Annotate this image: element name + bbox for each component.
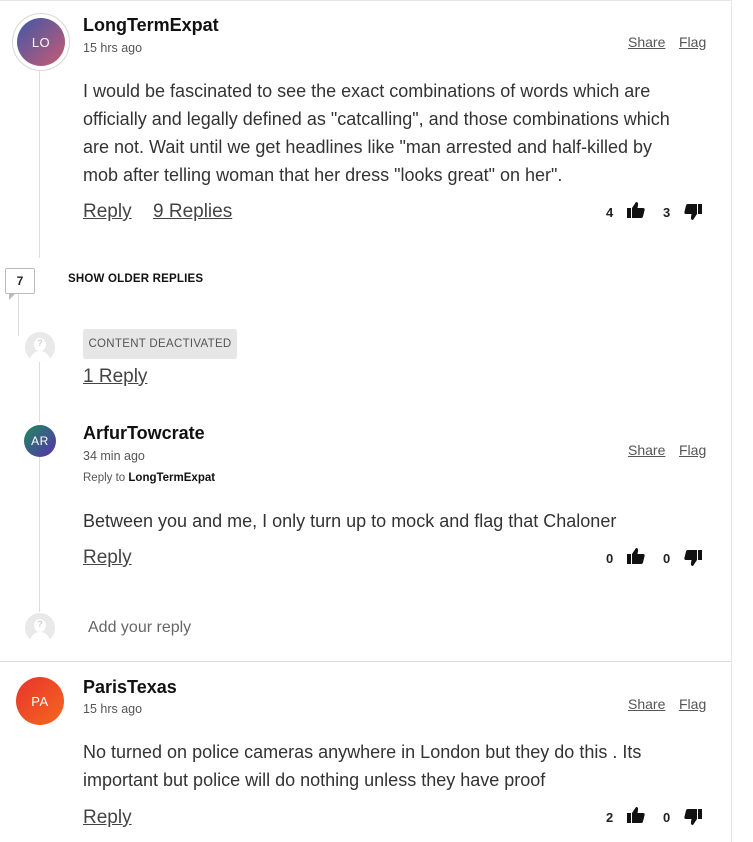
flag-link[interactable]: Flag	[679, 696, 706, 712]
frame-right-border	[731, 0, 732, 842]
comment-username[interactable]: LongTermExpat	[83, 15, 219, 36]
content-deactivated-label: CONTENT DEACTIVATED	[83, 329, 237, 359]
comment-username[interactable]: ParisTexas	[83, 677, 177, 698]
comment-username[interactable]: ArfurTowcrate	[83, 423, 205, 444]
comment-body: Between you and me, I only turn up to mo…	[83, 507, 723, 535]
thread-line	[39, 360, 40, 422]
avatar[interactable]: AR	[24, 425, 56, 457]
comment-timestamp: 15 hrs ago	[83, 41, 143, 55]
upvote-count: 0	[606, 551, 614, 566]
comments-page: LO LongTermExpat 15 hrs ago Share Flag I…	[0, 0, 753, 842]
avatar-initials: PA	[31, 693, 49, 709]
upvote-count: 4	[606, 205, 614, 220]
comment-line: officially and legally defined as "catca…	[83, 109, 670, 129]
comment-line: important but police will do nothing unl…	[83, 770, 546, 790]
comment-line: mob after telling woman that her dress "…	[83, 165, 563, 185]
reply-link[interactable]: Reply	[83, 807, 132, 829]
avatar[interactable]: LO	[17, 18, 65, 66]
avatar-initials: AR	[31, 434, 49, 448]
show-older-replies-button[interactable]: SHOW OLDER REPLIES	[68, 273, 203, 285]
comment-timestamp: 15 hrs ago	[83, 702, 143, 716]
thread-line	[18, 294, 19, 336]
reply-to-username[interactable]: LongTermExpat	[128, 472, 215, 484]
share-link[interactable]: Share	[628, 34, 665, 50]
thumbs-down-icon[interactable]	[684, 809, 702, 825]
share-link[interactable]: Share	[628, 442, 665, 458]
thumbs-up-icon[interactable]	[627, 807, 645, 823]
downvote-count: 0	[663, 551, 671, 566]
avatar-initials: LO	[31, 34, 51, 50]
share-link[interactable]: Share	[628, 696, 665, 712]
flag-link[interactable]: Flag	[679, 442, 706, 458]
reply-link[interactable]: Reply	[83, 547, 132, 569]
reply-link[interactable]: Reply	[83, 201, 132, 223]
default-avatar-icon: ?	[25, 332, 55, 362]
comment-divider	[0, 661, 731, 662]
comment-line: I would be fascinated to see the exact c…	[83, 81, 651, 101]
comment-line: are not. Wait until we get headlines lik…	[83, 137, 653, 157]
replies-count-link[interactable]: 1 Reply	[83, 366, 147, 388]
thumbs-up-icon[interactable]	[627, 548, 645, 564]
reply-to-label: Reply to LongTermExpat	[83, 472, 215, 484]
add-reply-input[interactable]: Add your reply	[88, 619, 191, 637]
thumbs-down-icon[interactable]	[684, 204, 702, 220]
thumbs-up-icon[interactable]	[627, 202, 645, 218]
flag-link[interactable]: Flag	[679, 34, 706, 50]
reply-to-prefix: Reply to	[83, 472, 126, 484]
comment-body: I would be fascinated to see the exact c…	[83, 77, 723, 189]
thumbs-down-icon[interactable]	[684, 550, 702, 566]
frame-top-border	[0, 0, 731, 1]
upvote-count: 2	[606, 810, 614, 825]
replies-count-link[interactable]: 9 Replies	[153, 201, 232, 223]
older-replies-count-badge[interactable]: 7	[5, 268, 35, 300]
comment-timestamp: 34 min ago	[83, 449, 145, 463]
avatar[interactable]: PA	[16, 677, 64, 725]
comment-line: No turned on police cameras anywhere in …	[83, 742, 642, 762]
comment-line: Between you and me, I only turn up to mo…	[83, 511, 617, 531]
downvote-count: 0	[663, 810, 671, 825]
default-avatar-icon: ?	[25, 613, 55, 643]
downvote-count: 3	[663, 205, 671, 220]
thread-line	[39, 70, 40, 258]
thread-line	[39, 457, 40, 612]
comment-body: No turned on police cameras anywhere in …	[83, 738, 723, 794]
